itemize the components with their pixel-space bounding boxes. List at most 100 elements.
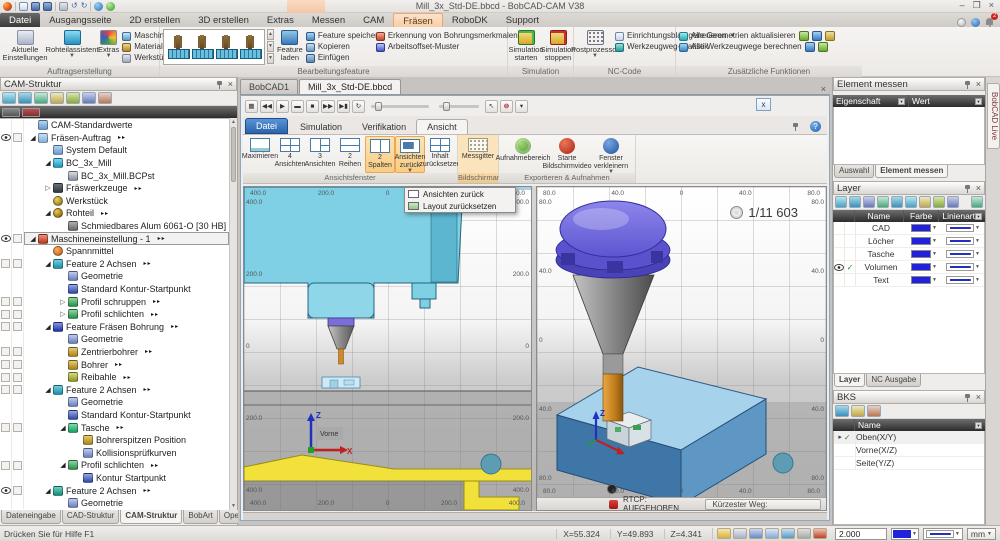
tree-item[interactable]: Werkstück ▸▸ [0,195,229,208]
abort-icon[interactable]: ⊖ [500,100,513,113]
bobcad-live-tab[interactable]: BobCAD Live [987,83,1000,149]
tree-item[interactable]: Feature 2 Achsen ▸▸ [0,383,229,396]
cam-toolbar-icon-7[interactable] [98,92,112,104]
visibility-gutter[interactable] [0,421,12,434]
layer-toolbar-icon-5[interactable] [891,196,903,208]
visibility-gutter[interactable] [0,119,12,132]
more-options-marker[interactable]: ▸▸ [145,348,153,355]
layer-toolbar-icon-6[interactable] [905,196,917,208]
current-color-dropdown[interactable]: ▼ [891,528,919,540]
line-width-input[interactable] [835,528,887,540]
layer-add-icon[interactable] [971,196,983,208]
extra-icon[interactable] [818,42,828,52]
film-icon[interactable]: ▦ [245,100,258,113]
slider-handle[interactable] [443,102,450,111]
expander-icon[interactable] [58,461,68,469]
layer-toolbar-icon-8[interactable] [933,196,945,208]
panel-tab[interactable]: CAD-Struktur [62,510,120,524]
more-options-marker[interactable]: ▸▸ [151,462,159,469]
visibility-gutter[interactable] [0,396,12,409]
panel-tab[interactable]: Auswahl [834,165,874,178]
layer-linestyle-dropdown[interactable]: ▼ [942,237,984,245]
status-icon-4[interactable] [765,528,779,539]
postprozessor-button[interactable]: Postprozessor ▼ [577,29,613,65]
tree-item[interactable]: Maschineneinstellung - 1 ▸▸ [0,232,229,245]
layer-active-cell[interactable] [845,248,856,260]
bohrungserkennung-button[interactable]: Erkennung von Bohrungsmerkmalen [376,31,518,41]
layer-row[interactable]: Löcher ▼ ▼ [834,235,984,248]
kopieren-button[interactable]: Kopieren [306,42,374,52]
web-icon[interactable] [94,2,103,11]
app-logo-icon[interactable] [3,2,12,11]
tree-item[interactable]: Bohrerspitzen Position ▸▸ [0,434,229,447]
view-sphere[interactable] [481,454,501,474]
zwei-spalten-button[interactable]: 2 Spalten [365,136,395,173]
gallery-more-icon[interactable]: ▼ [267,53,274,64]
pin-icon[interactable] [964,80,971,89]
more-options-marker[interactable]: ▸▸ [135,185,143,192]
visibility-gutter[interactable] [0,346,12,359]
visibility-gutter[interactable] [0,371,12,384]
zwei-reihen-button[interactable]: 2 Reihen [335,136,365,173]
menu-item-layout-zuruecksetzen[interactable]: Layout zurücksetzen [405,200,515,212]
layer-color-dropdown[interactable]: ▼ [906,250,942,258]
feature-gallery[interactable] [163,29,265,65]
drei-ansichten-button[interactable]: 3 Ansichten [305,136,335,173]
tree-item[interactable]: Schmiedbares Alum 6061-O [30 HB] ▸▸ [0,220,229,233]
gallery-down-icon[interactable]: ▼ [267,41,274,52]
visibility-gutter[interactable] [0,169,12,182]
visibility-gutter[interactable] [0,220,12,233]
visibility-gutter[interactable] [0,195,12,208]
simulation-close-button[interactable]: x [756,98,771,111]
visibility-gutter[interactable] [0,144,12,157]
layer-visibility-cell[interactable] [834,235,845,247]
tree-item[interactable]: Bohrer ▸▸ [0,358,229,371]
expander-icon[interactable] [43,184,53,192]
pin-icon[interactable] [964,393,971,402]
slider-handle[interactable] [375,102,382,111]
pin-icon[interactable] [964,184,971,193]
visibility-gutter[interactable] [0,358,12,371]
simulation-stoppen-button[interactable]: Simulation stoppen [543,29,573,65]
panel-tab[interactable]: BobArt [183,510,217,524]
layer-visibility-cell[interactable] [834,274,845,286]
lock-gutter[interactable] [12,308,24,321]
visibility-gutter[interactable] [0,333,12,346]
status-icon-2[interactable] [733,528,747,539]
step-back-icon[interactable]: ◀◀ [260,100,274,113]
visibility-gutter[interactable] [0,283,12,296]
close-panel-icon[interactable]: × [976,184,981,193]
layer-color-dropdown[interactable]: ▼ [906,276,942,284]
visibility-gutter[interactable] [0,472,12,485]
visibility-gutter[interactable] [0,232,12,245]
tree-item[interactable]: Kollisionsprüfkurven ▸▸ [0,446,229,459]
layer-toolbar-icon-4[interactable] [877,196,889,208]
visibility-gutter[interactable] [0,182,12,195]
bks-toolbar-icon-2[interactable] [851,405,865,417]
path-mode-button[interactable]: Kürzester Weg: Mathematisch [705,499,821,510]
visibility-gutter[interactable] [0,446,12,459]
restore-button[interactable]: ❒ [973,0,981,11]
lock-gutter[interactable] [12,371,24,384]
tree-item[interactable]: Profil schruppen ▸▸ [0,295,229,308]
lock-gutter[interactable] [12,132,24,145]
layer-row[interactable]: Text ▼ ▼ [834,274,984,287]
visibility-gutter[interactable] [0,295,12,308]
simulation-tab[interactable]: Verifikation [352,120,416,134]
help-icon[interactable]: ? [810,121,821,132]
tool-feature-icon[interactable] [190,33,214,61]
tree-item[interactable]: Standard Kontur-Startpunkt ▸▸ [0,283,229,296]
lock-gutter[interactable] [12,295,24,308]
extra-icon[interactable] [805,42,815,52]
simulation-tab[interactable]: Simulation [290,120,352,134]
lock-gutter[interactable] [12,421,24,434]
extra-icon[interactable] [812,31,822,41]
layer-color-dropdown[interactable]: ▼ [906,263,942,271]
lock-gutter[interactable] [12,446,24,459]
status-icon-6[interactable] [797,528,811,539]
visibility-gutter[interactable] [0,207,12,220]
column-header-name[interactable]: Name [855,210,904,222]
bks-row[interactable]: Oben(X/Y) [834,431,984,444]
bks-active-cell[interactable] [834,444,856,456]
visibility-gutter[interactable] [0,383,12,396]
